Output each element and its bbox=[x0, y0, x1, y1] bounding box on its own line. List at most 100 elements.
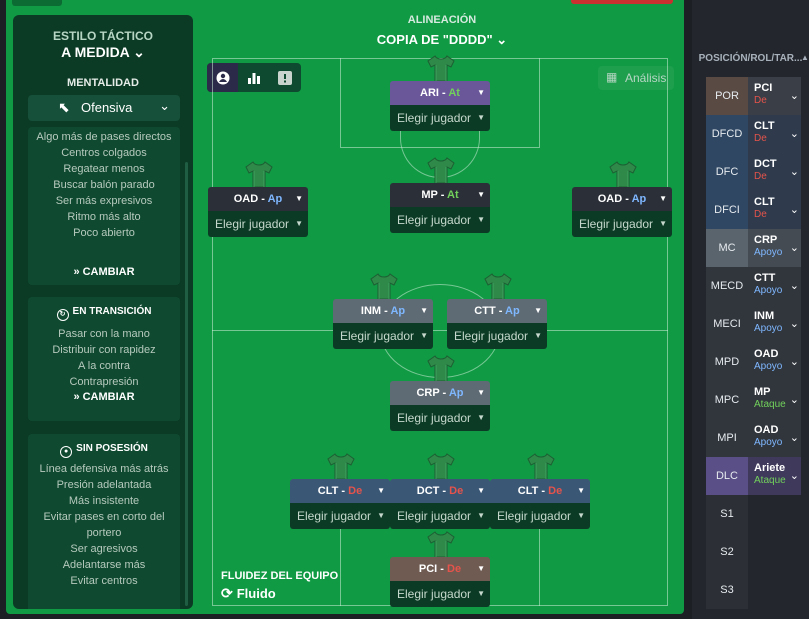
role-cell[interactable]: CLT De ⌄ bbox=[748, 191, 801, 229]
role-cell[interactable]: OAD Apoyo ⌄ bbox=[748, 343, 801, 381]
role-cell[interactable]: CTT Apoyo ⌄ bbox=[748, 267, 801, 305]
position-cell: MPI bbox=[706, 419, 748, 457]
role-cell[interactable]: INM Apoyo ⌄ bbox=[748, 305, 801, 343]
role-duty: De bbox=[548, 485, 563, 497]
role-cell[interactable]: CRP Apoyo ⌄ bbox=[748, 229, 801, 267]
role-row[interactable]: MPD OAD Apoyo ⌄ bbox=[706, 343, 801, 381]
shirt-icon[interactable] bbox=[526, 451, 556, 481]
fluidez-value: ⟳ Fluido bbox=[221, 585, 276, 602]
player-select[interactable]: Elegir jugador ▼ bbox=[490, 503, 590, 529]
position-cell: S2 bbox=[706, 533, 748, 571]
estilo-value: A MEDIDA bbox=[61, 44, 130, 60]
shirt-icon[interactable] bbox=[426, 529, 456, 559]
role-dropdown[interactable]: INM - Ap ▼ bbox=[333, 299, 433, 323]
mentalidad-dropdown[interactable]: ⬉ Ofensiva ⌄ bbox=[28, 95, 180, 121]
caret-down-icon: ▼ bbox=[420, 306, 428, 315]
shirt-icon[interactable] bbox=[244, 159, 274, 189]
role-pos: CTT bbox=[474, 305, 496, 317]
sidebar-scrollbar[interactable] bbox=[185, 162, 188, 606]
player-select[interactable]: Elegir jugador ▼ bbox=[390, 405, 490, 431]
role-row[interactable]: MECI INM Apoyo ⌄ bbox=[706, 305, 801, 343]
caret-down-icon: ▼ bbox=[477, 215, 485, 224]
caret-down-icon: ▼ bbox=[295, 219, 303, 228]
role-dropdown[interactable]: OAD - Ap ▼ bbox=[208, 187, 308, 211]
fluid-icon: ⟳ bbox=[221, 585, 233, 601]
tactic-instruction: Evitar pases en corto del portero bbox=[43, 511, 165, 539]
cambiar-button[interactable]: » CAMBIAR bbox=[28, 391, 180, 403]
caret-down-icon: ▼ bbox=[477, 388, 485, 397]
player-select[interactable]: Elegir jugador ▼ bbox=[390, 503, 490, 529]
role-row[interactable]: S1 bbox=[706, 495, 801, 533]
role-cell[interactable]: DCT De ⌄ bbox=[748, 153, 801, 191]
role-dropdown[interactable]: DCT - De ▼ bbox=[390, 479, 490, 503]
role-dropdown[interactable]: PCI - De ▼ bbox=[390, 557, 490, 581]
role-row[interactable]: S3 bbox=[706, 571, 801, 609]
role-dropdown[interactable]: MP - At ▼ bbox=[390, 183, 490, 207]
chevron-down-icon: ⌄ bbox=[789, 242, 799, 254]
sort-icon[interactable]: ▲ bbox=[801, 53, 809, 62]
cambiar-button[interactable]: » CAMBIAR bbox=[28, 266, 180, 278]
role-row[interactable]: MECD CTT Apoyo ⌄ bbox=[706, 267, 801, 305]
role-row[interactable]: DFC DCT De ⌄ bbox=[706, 153, 801, 191]
player-select[interactable]: Elegir jugador ▼ bbox=[390, 581, 490, 607]
role-cell[interactable]: Ariete Ataque ⌄ bbox=[748, 457, 801, 495]
role-dropdown[interactable]: CLT - De ▼ bbox=[290, 479, 390, 503]
tactic-instruction: Algo más de pases directos bbox=[36, 131, 172, 143]
player-select[interactable]: Elegir jugador ▼ bbox=[572, 211, 672, 237]
role-row[interactable]: MPI OAD Apoyo ⌄ bbox=[706, 419, 801, 457]
shirt-icon[interactable] bbox=[426, 53, 456, 83]
player-select[interactable]: Elegir jugador ▼ bbox=[208, 211, 308, 237]
role-dropdown[interactable]: CRP - Ap ▼ bbox=[390, 381, 490, 405]
role-separator: - bbox=[258, 193, 268, 205]
in-possession-box: Algo más de pases directos Centros colgad… bbox=[28, 127, 180, 285]
tactic-instruction: Ritmo más alto bbox=[67, 211, 141, 223]
player-select[interactable]: Elegir jugador ▼ bbox=[447, 323, 547, 349]
role-pos: ARI bbox=[420, 87, 439, 99]
out-possession-header: ● SIN POSESIÓN bbox=[28, 443, 180, 458]
tactic-instruction: Centros colgados bbox=[61, 147, 147, 159]
role-cell[interactable]: OAD Apoyo ⌄ bbox=[748, 419, 801, 457]
role-dropdown[interactable]: ARI - At ▼ bbox=[390, 81, 490, 105]
top-alert-bar bbox=[571, 0, 673, 4]
shirt-icon[interactable] bbox=[608, 159, 638, 189]
shirt-icon[interactable] bbox=[369, 271, 399, 301]
tactic-instruction: Evitar centros bbox=[70, 575, 138, 587]
player-select[interactable]: Elegir jugador ▼ bbox=[390, 207, 490, 233]
alineacion-dropdown[interactable]: COPIA DE "DDDD" ⌄ bbox=[370, 32, 514, 48]
role-dropdown[interactable]: OAD - Ap ▼ bbox=[572, 187, 672, 211]
estilo-dropdown[interactable]: A MEDIDA ⌄ bbox=[13, 44, 193, 61]
role-pos: CLT bbox=[317, 485, 339, 497]
role-row[interactable]: DFCD CLT De ⌄ bbox=[706, 115, 801, 153]
player-select[interactable]: Elegir jugador ▼ bbox=[290, 503, 390, 529]
caret-down-icon: ▼ bbox=[377, 486, 385, 495]
role-dropdown[interactable]: CLT - De ▼ bbox=[490, 479, 590, 503]
tactic-instruction: Ser más expresivos bbox=[55, 195, 153, 207]
shirt-icon[interactable] bbox=[426, 353, 456, 383]
role-cell[interactable]: MP Ataque ⌄ bbox=[748, 381, 801, 419]
caret-down-icon: ▼ bbox=[534, 306, 542, 315]
shirt-icon[interactable] bbox=[483, 271, 513, 301]
role-row[interactable]: S2 bbox=[706, 533, 801, 571]
chevron-down-icon: ⌄ bbox=[789, 432, 799, 444]
role-row[interactable]: DLC Ariete Ataque ⌄ bbox=[706, 457, 801, 495]
role-cell[interactable]: PCI De ⌄ bbox=[748, 77, 801, 115]
transition-box: ↻ EN TRANSICIÓN Pasar con la mano Distribu… bbox=[28, 297, 180, 421]
tactic-instruction: Ser agresivos bbox=[70, 543, 138, 555]
role-dropdown[interactable]: CTT - Ap ▼ bbox=[447, 299, 547, 323]
role-row[interactable]: MC CRP Apoyo ⌄ bbox=[706, 229, 801, 267]
role-cell[interactable]: CLT De ⌄ bbox=[748, 115, 801, 153]
transition-title: EN TRANSICIÓN bbox=[72, 306, 152, 317]
caret-down-icon: ▼ bbox=[477, 88, 485, 97]
shirt-icon[interactable] bbox=[426, 451, 456, 481]
role-row[interactable]: DFCI CLT De ⌄ bbox=[706, 191, 801, 229]
shirt-icon[interactable] bbox=[326, 451, 356, 481]
role-separator: - bbox=[495, 305, 506, 317]
tactic-sidebar: ESTILO TÁCTICO A MEDIDA ⌄ MENTALIDAD ⬉ O… bbox=[13, 15, 193, 609]
role-row[interactable]: POR PCI De ⌄ bbox=[706, 77, 801, 115]
shirt-icon[interactable] bbox=[426, 155, 456, 185]
role-row[interactable]: MPC MP Ataque ⌄ bbox=[706, 381, 801, 419]
player-select[interactable]: Elegir jugador ▼ bbox=[390, 105, 490, 131]
top-tab[interactable] bbox=[12, 0, 62, 6]
player-select[interactable]: Elegir jugador ▼ bbox=[333, 323, 433, 349]
arrow-diagonal-icon: ⬉ bbox=[58, 99, 70, 115]
